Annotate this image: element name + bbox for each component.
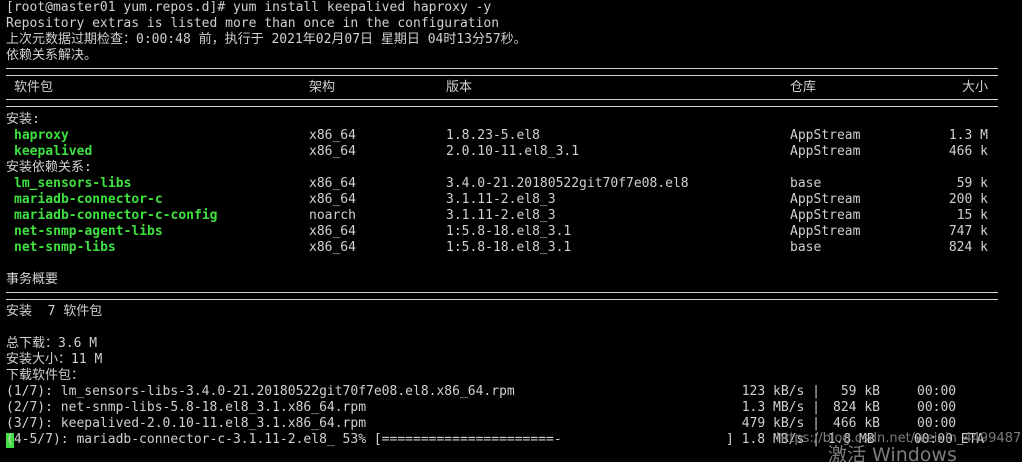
activate-windows-watermark: 激活 Windows bbox=[828, 444, 957, 462]
package-size: 15 k bbox=[956, 208, 988, 223]
package-name: net-snmp-agent-libs bbox=[14, 224, 163, 239]
header-version: 版本 bbox=[446, 80, 473, 95]
download-speed: 1.3 MB/s | bbox=[741, 400, 820, 415]
download-speed: 123 kB/s | bbox=[741, 384, 820, 399]
package-size: 1.3 M bbox=[948, 128, 988, 143]
progress-line: (4-5/7): mariadb-connector-c-3.1.11-2.el… bbox=[6, 432, 562, 447]
package-name: mariadb-connector-c-config bbox=[14, 208, 218, 223]
download-speed: 479 kB/s | bbox=[741, 416, 820, 431]
header-repo: 仓库 bbox=[790, 80, 817, 95]
package-version: 1:5.8-18.el8_3.1 bbox=[446, 224, 572, 239]
download-size: 466 kB bbox=[833, 416, 880, 431]
download-file: (1/7): lm_sensors-libs-3.4.0-21.20180522… bbox=[6, 384, 515, 399]
package-arch: noarch bbox=[309, 208, 356, 223]
download-file: (3/7): keepalived-2.0.10-11.el8_3.1.x86_… bbox=[6, 416, 367, 431]
package-version: 1:5.8-18.el8_3.1 bbox=[446, 240, 572, 255]
package-size: 200 k bbox=[948, 192, 988, 207]
package-version: 3.4.0-21.20180522git70f7e08.el8 bbox=[446, 176, 689, 191]
repo-warning-line: Repository extras is listed more than on… bbox=[6, 16, 500, 31]
package-repo: AppStream bbox=[790, 128, 861, 143]
summary-rule bbox=[6, 292, 998, 300]
package-size: 747 k bbox=[948, 224, 988, 239]
deps-resolved-line: 依赖关系解决。 bbox=[6, 48, 98, 63]
download-time: 00:00 bbox=[917, 384, 957, 399]
download-size: 824 kB bbox=[833, 400, 880, 415]
deps-section-label: 安装依赖关系: bbox=[6, 160, 92, 175]
package-arch: x86_64 bbox=[309, 240, 356, 255]
terminal-window[interactable]: [root@master01 yum.repos.d]# yum install… bbox=[0, 0, 1022, 462]
package-size: 824 k bbox=[948, 240, 988, 255]
package-repo: AppStream bbox=[790, 208, 861, 223]
package-version: 3.1.11-2.el8_3 bbox=[446, 192, 556, 207]
table-header-rule bbox=[6, 99, 998, 107]
package-repo: base bbox=[790, 176, 822, 191]
package-size: 59 k bbox=[956, 176, 988, 191]
header-arch: 架构 bbox=[309, 80, 336, 95]
total-download-line: 总下载：3.6 M bbox=[6, 336, 98, 351]
package-arch: x86_64 bbox=[309, 176, 356, 191]
package-arch: x86_64 bbox=[309, 224, 356, 239]
metadata-check-line: 上次元数据过期检查：0:00:48 前，执行于 2021年02月07日 星期日 … bbox=[6, 32, 527, 47]
package-arch: x86_64 bbox=[309, 128, 356, 143]
package-version: 1.8.23-5.el8 bbox=[446, 128, 540, 143]
download-time: 00:00 bbox=[917, 400, 957, 415]
package-repo: base bbox=[790, 240, 822, 255]
package-version: 2.0.10-11.el8_3.1 bbox=[446, 144, 580, 159]
package-version: 3.1.11-2.el8_3 bbox=[446, 208, 556, 223]
package-repo: AppStream bbox=[790, 192, 861, 207]
package-name: lm_sensors-libs bbox=[14, 176, 132, 191]
package-repo: AppStream bbox=[790, 224, 861, 239]
header-package: 软件包 bbox=[14, 80, 54, 95]
package-name: net-snmp-libs bbox=[14, 240, 116, 255]
package-name: keepalived bbox=[14, 144, 93, 159]
download-time: 00:00 bbox=[917, 416, 957, 431]
command-prompt-line: [root@master01 yum.repos.d]# yum install… bbox=[6, 0, 492, 15]
install-count-line: 安装 7 软件包 bbox=[6, 304, 103, 319]
package-size: 466 k bbox=[948, 144, 988, 159]
downloading-label: 下载软件包： bbox=[6, 368, 85, 383]
package-arch: x86_64 bbox=[309, 144, 356, 159]
summary-title: 事务概要 bbox=[6, 272, 59, 287]
package-arch: x86_64 bbox=[309, 192, 356, 207]
header-size: 大小 bbox=[961, 80, 988, 95]
package-repo: AppStream bbox=[790, 144, 861, 159]
download-size: 59 kB bbox=[833, 384, 880, 399]
download-file: (2/7): net-snmp-libs-5.8-18.el8_3.1.x86_… bbox=[6, 400, 367, 415]
package-name: haproxy bbox=[14, 128, 69, 143]
installed-size-line: 安装大小：11 M bbox=[6, 352, 103, 367]
package-name: mariadb-connector-c bbox=[14, 192, 163, 207]
table-top-rule bbox=[6, 68, 998, 76]
install-section-label: 安装: bbox=[6, 112, 40, 127]
